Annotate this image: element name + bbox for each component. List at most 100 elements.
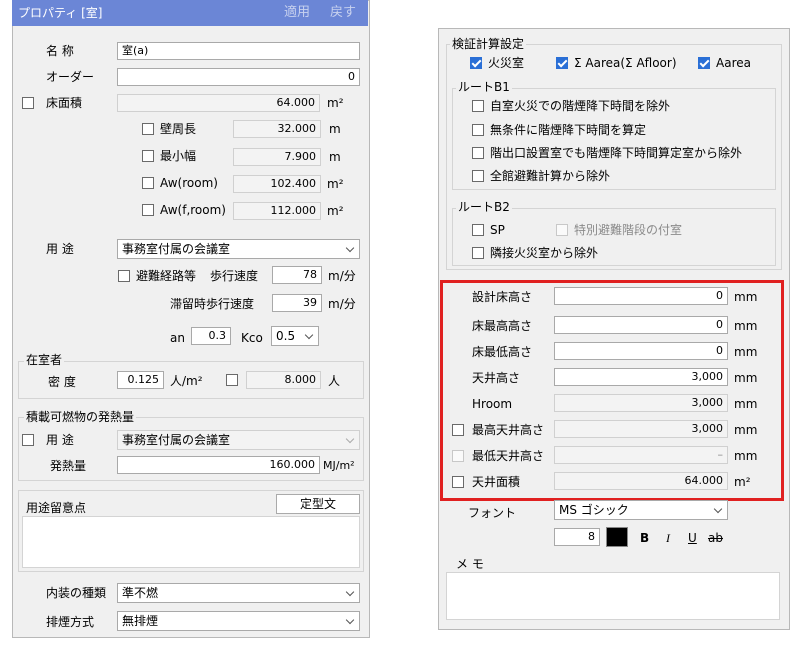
b1-option-3-label: 階出口設置室でも階煙降下時間算定室から除外 [490, 146, 743, 160]
b1-option-1-checkbox[interactable] [472, 100, 484, 112]
order-input[interactable]: 0 [117, 68, 360, 86]
wall-length-label: 壁周長 [160, 122, 197, 136]
persons-unit: 人 [328, 374, 341, 388]
chevron-down-icon [304, 330, 314, 340]
fuel-use-select-value: 事務室付属の会議室 [122, 433, 231, 447]
font-label: フォント [468, 506, 517, 520]
evac-route-checkbox[interactable] [118, 270, 130, 282]
interior-select[interactable]: 準不燃 [117, 583, 360, 603]
fuel-group-label: 積載可燃物の発熱量 [24, 409, 137, 425]
wall-length-unit: m [329, 122, 341, 136]
aw-room-label: Aw(room) [160, 176, 218, 190]
b1-option-4-checkbox[interactable] [472, 170, 484, 182]
min-width-field: 7.900 [233, 148, 321, 166]
fuel-use-label: 用 途 [46, 433, 74, 447]
name-input[interactable]: 室(a) [117, 42, 360, 60]
font-select[interactable]: MS ゴシック [554, 500, 728, 520]
underline-button[interactable]: U [688, 530, 697, 546]
memo-label: メ モ [456, 557, 484, 571]
aw-room-unit: m² [327, 177, 344, 191]
smoke-select-value: 無排煙 [122, 614, 159, 628]
b1-option-3-checkbox[interactable] [472, 147, 484, 159]
an-label: an [170, 331, 185, 345]
kco-select-value: 0.5 [276, 329, 296, 343]
bold-button[interactable]: B [640, 530, 649, 546]
sum-aarea-checkbox[interactable] [556, 57, 568, 69]
font-size-input[interactable]: 8 [554, 528, 600, 546]
notes-label: 用途留意点 [26, 501, 87, 515]
evac-route-label: 避難経路等 [136, 269, 197, 283]
stay-speed-label: 滞留時歩行速度 [170, 297, 255, 311]
route-b1-label: ルートB1 [456, 79, 512, 95]
aw-froom-field: 112.000 [233, 202, 321, 220]
adjacent-exclude-checkbox[interactable] [472, 247, 484, 259]
min-width-unit: m [329, 150, 341, 164]
density-unit: 人/m² [170, 374, 203, 388]
special-stairs-label: 特別避難階段の付室 [574, 223, 683, 237]
chevron-down-icon [345, 587, 355, 597]
fire-room-label: 火災室 [488, 56, 525, 70]
heat-unit: MJ/m² [323, 459, 355, 472]
memo-textarea[interactable] [446, 572, 780, 620]
min-width-label: 最小幅 [160, 149, 197, 163]
chevron-down-icon [713, 504, 723, 514]
heat-label: 発熱量 [50, 459, 87, 473]
walk-speed-input[interactable]: 78 [272, 266, 322, 284]
font-select-value: MS ゴシック [559, 503, 629, 517]
chevron-down-icon [345, 615, 355, 625]
sp-checkbox[interactable] [472, 224, 484, 236]
aw-froom-unit: m² [327, 204, 344, 218]
b1-option-4-label: 全館避難計算から除外 [490, 169, 611, 183]
smoke-select[interactable]: 無排煙 [117, 611, 360, 631]
order-label: オーダー [46, 70, 95, 84]
apply-button[interactable]: 適用 [284, 5, 310, 21]
fire-room-checkbox[interactable] [470, 57, 482, 69]
special-stairs-checkbox[interactable] [556, 224, 568, 236]
use-select[interactable]: 事務室付属の会議室 [117, 239, 360, 259]
chevron-down-icon [345, 243, 355, 253]
name-label: 名 称 [46, 44, 74, 58]
fuel-use-checkbox[interactable] [22, 434, 34, 446]
b1-option-2-label: 無条件に階煙降下時間を算定 [490, 123, 647, 137]
notes-textarea[interactable] [22, 516, 360, 568]
walk-speed-unit: m/分 [328, 269, 356, 283]
wall-length-field: 32.000 [233, 120, 321, 138]
use-label: 用 途 [46, 242, 74, 256]
interior-label: 内装の種類 [46, 586, 107, 600]
floor-area-label: 床面積 [46, 96, 83, 110]
floor-area-field: 64.000 [117, 94, 320, 112]
italic-button[interactable]: I [666, 530, 670, 546]
sp-label: SP [490, 223, 505, 237]
floor-area-checkbox[interactable] [22, 97, 34, 109]
occupants-group-label: 在室者 [24, 352, 65, 368]
wall-length-checkbox[interactable] [142, 123, 154, 135]
font-color-swatch[interactable] [606, 527, 628, 547]
an-input[interactable]: 0.3 [191, 327, 231, 345]
density-input[interactable]: 0.125 [117, 371, 164, 389]
use-select-value: 事務室付属の会議室 [122, 242, 231, 256]
chevron-down-icon [345, 434, 355, 444]
fuel-use-select[interactable]: 事務室付属の会議室 [117, 430, 360, 450]
template-button[interactable]: 定型文 [276, 494, 360, 514]
min-width-checkbox[interactable] [142, 150, 154, 162]
walk-speed-label: 歩行速度 [210, 269, 259, 283]
strike-button[interactable]: ab [708, 530, 723, 546]
aw-froom-checkbox[interactable] [142, 204, 154, 216]
aarea-checkbox[interactable] [698, 57, 710, 69]
stay-speed-input[interactable]: 39 [272, 294, 322, 312]
revert-button[interactable]: 戻す [330, 5, 356, 21]
b1-option-2-checkbox[interactable] [472, 124, 484, 136]
verify-group-label: 検証計算設定 [450, 36, 527, 52]
floor-area-unit: m² [327, 96, 344, 110]
heat-input[interactable]: 160.000 [117, 456, 320, 474]
density-label: 密 度 [48, 375, 76, 389]
sum-aarea-label: Σ Aarea(Σ Afloor) [574, 56, 677, 70]
aw-room-field: 102.400 [233, 175, 321, 193]
aarea-label: Aarea [716, 56, 751, 70]
kco-select[interactable]: 0.5 [271, 326, 319, 346]
aw-room-checkbox[interactable] [142, 177, 154, 189]
panel-header: プロパティ [室] 適用 戻す [12, 0, 368, 26]
highlight-box [440, 280, 784, 501]
persons-checkbox[interactable] [226, 374, 238, 386]
route-b2-label: ルートB2 [456, 199, 512, 215]
